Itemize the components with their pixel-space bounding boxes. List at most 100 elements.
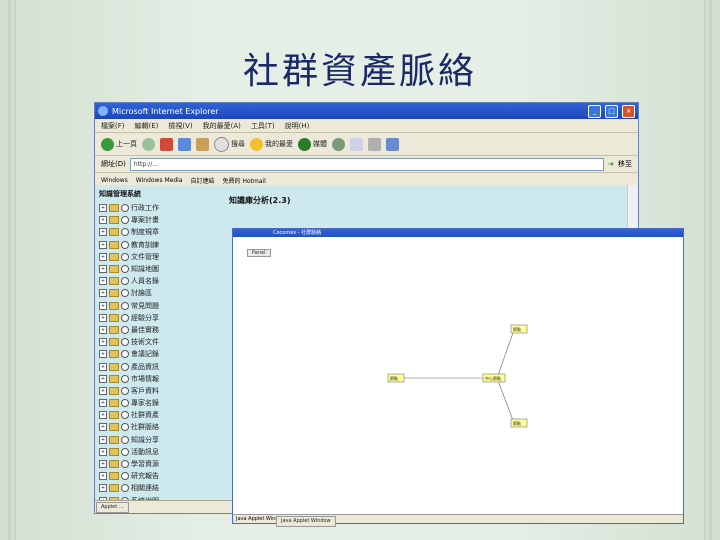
expand-icon[interactable]: + — [99, 204, 107, 213]
mail-icon[interactable] — [350, 137, 363, 151]
sidebar-item[interactable]: + 知識地圖 — [99, 263, 219, 275]
sidebar-item[interactable]: + 行政工作 — [99, 202, 219, 214]
radio-icon[interactable] — [121, 350, 129, 359]
sidebar-item[interactable]: + 經驗分享 — [99, 312, 219, 324]
graph-node-top[interactable]: 節點 — [510, 324, 528, 334]
expand-icon[interactable]: + — [99, 423, 107, 432]
expand-icon[interactable]: + — [99, 313, 107, 322]
search-button[interactable]: 搜尋 — [214, 136, 245, 152]
expand-icon[interactable]: + — [99, 338, 107, 347]
back-button[interactable]: 上一頁 — [101, 137, 137, 151]
address-input[interactable]: http://... — [129, 157, 605, 171]
expand-icon[interactable]: + — [99, 386, 107, 395]
sidebar-item[interactable]: + 學習資源 — [99, 458, 219, 470]
expand-icon[interactable]: + — [99, 399, 107, 408]
radio-icon[interactable] — [121, 362, 129, 371]
menu-favorites[interactable]: 我的最愛(A) — [203, 121, 241, 131]
radio-icon[interactable] — [121, 289, 129, 298]
expand-icon[interactable]: + — [99, 325, 107, 334]
sidebar-item[interactable]: + 制度規章 — [99, 226, 219, 238]
radio-icon[interactable] — [121, 216, 129, 225]
graph-node-center[interactable]: 中心節點 — [482, 373, 506, 383]
radio-icon[interactable] — [121, 447, 129, 456]
radio-icon[interactable] — [121, 435, 129, 444]
maximize-button[interactable]: □ — [605, 104, 618, 118]
expand-icon[interactable]: + — [99, 484, 107, 493]
sidebar-item[interactable]: + 知識分享 — [99, 434, 219, 446]
radio-icon[interactable] — [121, 313, 129, 322]
expand-icon[interactable]: + — [99, 301, 107, 310]
sidebar-item[interactable]: + 人員名錄 — [99, 275, 219, 287]
go-button[interactable]: 移至 — [618, 159, 632, 169]
sidebar-item[interactable]: + 會議記錄 — [99, 348, 219, 360]
expand-icon[interactable]: + — [99, 447, 107, 456]
expand-icon[interactable]: + — [99, 350, 107, 359]
radio-icon[interactable] — [121, 423, 129, 432]
radio-icon[interactable] — [121, 460, 129, 469]
sidebar-item[interactable]: + 研究報告 — [99, 470, 219, 482]
sidebar-item[interactable]: + 社群脈絡 — [99, 421, 219, 433]
sidebar-item[interactable]: + 產品資訊 — [99, 360, 219, 372]
sidebar-item[interactable]: + 活動訊息 — [99, 446, 219, 458]
taskbar-item[interactable]: Applet ... — [96, 502, 129, 513]
expand-icon[interactable]: + — [99, 362, 107, 371]
expand-icon[interactable]: + — [99, 411, 107, 420]
sidebar-item[interactable]: + 討論區 — [99, 287, 219, 299]
radio-icon[interactable] — [121, 228, 129, 237]
radio-icon[interactable] — [121, 374, 129, 383]
sidebar-item[interactable]: + 技術文件 — [99, 336, 219, 348]
favorites-button[interactable]: 我的最愛 — [250, 137, 293, 151]
expand-icon[interactable]: + — [99, 374, 107, 383]
menu-tools[interactable]: 工具(T) — [251, 121, 275, 131]
graph-node-bottom[interactable]: 節點 — [510, 418, 528, 428]
expand-icon[interactable]: + — [99, 460, 107, 469]
sidebar-item[interactable]: + 教育訓練 — [99, 239, 219, 251]
print-icon[interactable] — [368, 137, 381, 151]
sidebar-item[interactable]: + 專家名錄 — [99, 397, 219, 409]
radio-icon[interactable] — [121, 386, 129, 395]
radio-icon[interactable] — [121, 325, 129, 334]
radio-icon[interactable] — [121, 204, 129, 213]
radio-icon[interactable] — [121, 411, 129, 420]
expand-icon[interactable]: + — [99, 289, 107, 298]
forward-arrow-icon[interactable] — [142, 137, 155, 151]
radio-icon[interactable] — [121, 265, 129, 274]
sidebar-item[interactable]: + 專案計畫 — [99, 214, 219, 226]
expand-icon[interactable]: + — [99, 252, 107, 261]
sidebar-item[interactable]: + 文件管理 — [99, 251, 219, 263]
radio-icon[interactable] — [121, 301, 129, 310]
radio-icon[interactable] — [121, 399, 129, 408]
link-windows[interactable]: Windows — [101, 177, 128, 184]
link-windows-media[interactable]: Windows Media — [136, 177, 183, 184]
menu-help[interactable]: 說明(H) — [285, 121, 310, 131]
expand-icon[interactable]: + — [99, 277, 107, 286]
graph-node-left[interactable]: 節點 — [387, 373, 405, 383]
link-custom[interactable]: 自訂連結 — [191, 176, 215, 185]
stop-icon[interactable] — [160, 137, 173, 151]
expand-icon[interactable]: + — [99, 472, 107, 481]
go-arrow-icon[interactable]: ➜ — [608, 160, 614, 168]
menu-view[interactable]: 檢視(V) — [168, 121, 192, 131]
media-button[interactable]: 媒體 — [298, 137, 327, 151]
sidebar-item[interactable]: + 社群資產 — [99, 409, 219, 421]
edit-icon[interactable] — [386, 137, 399, 151]
menu-edit[interactable]: 編輯(E) — [135, 121, 159, 131]
radio-icon[interactable] — [121, 484, 129, 493]
radio-icon[interactable] — [121, 338, 129, 347]
sidebar-item[interactable]: + 客戶資料 — [99, 385, 219, 397]
menu-file[interactable]: 檔案(F) — [101, 121, 125, 131]
sidebar-item[interactable]: + 市場情報 — [99, 373, 219, 385]
sidebar-item[interactable]: + 最佳實務 — [99, 324, 219, 336]
expand-icon[interactable]: + — [99, 228, 107, 237]
radio-icon[interactable] — [121, 472, 129, 481]
expand-icon[interactable]: + — [99, 240, 107, 249]
expand-icon[interactable]: + — [99, 265, 107, 274]
home-icon[interactable] — [196, 137, 209, 151]
minimize-button[interactable]: _ — [588, 104, 601, 118]
history-icon[interactable] — [332, 137, 345, 151]
link-hotmail[interactable]: 免費的 Hotmail — [223, 176, 266, 185]
close-button[interactable]: × — [622, 104, 635, 118]
radio-icon[interactable] — [121, 277, 129, 286]
refresh-icon[interactable] — [178, 137, 191, 151]
radio-icon[interactable] — [121, 240, 129, 249]
